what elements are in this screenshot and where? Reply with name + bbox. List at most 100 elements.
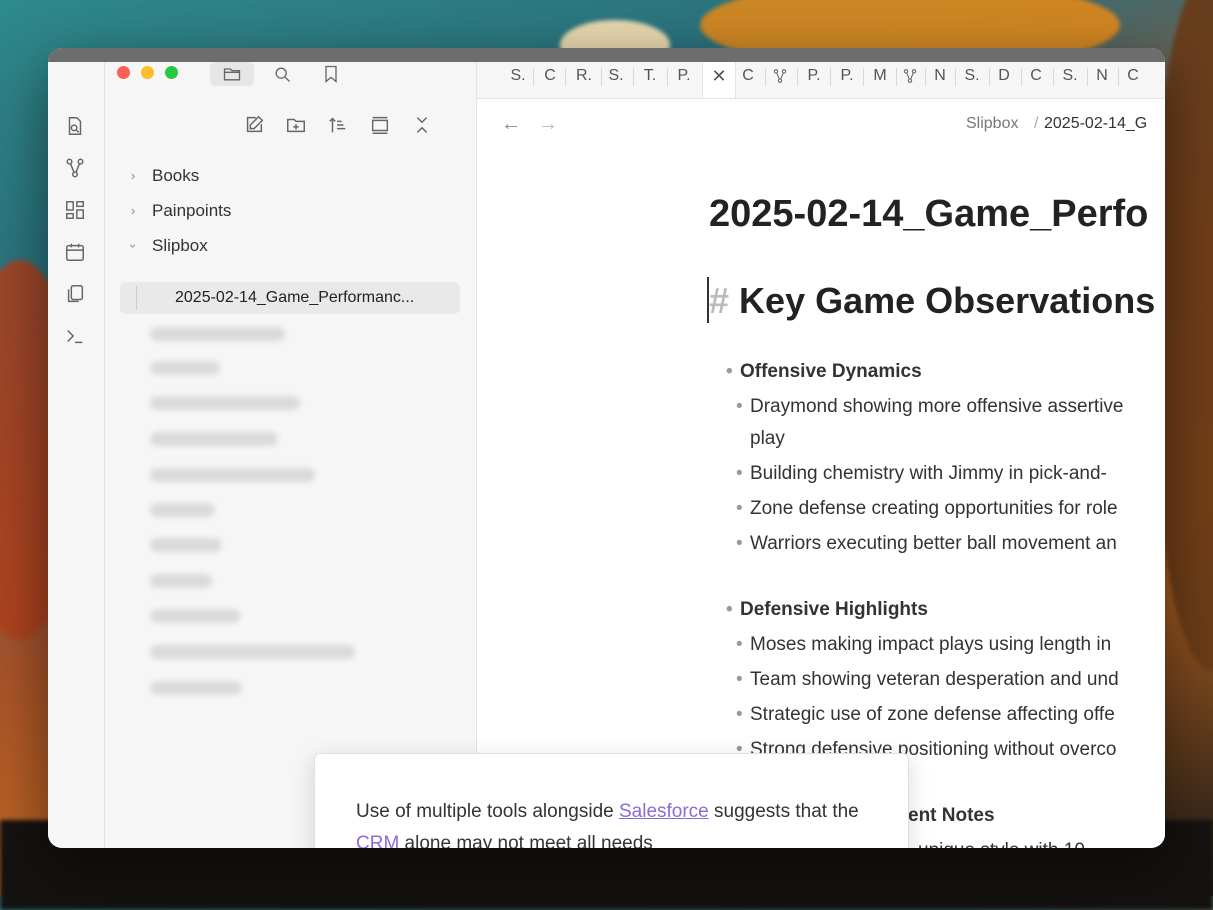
terminal-icon[interactable]: [64, 325, 86, 347]
list-heading-text: Offensive Dynamics: [740, 361, 922, 382]
bullet-dot: •: [736, 396, 743, 417]
list-heading[interactable]: • Offensive Dynamics: [726, 360, 922, 384]
tab-divider: [830, 68, 831, 86]
chevron-right-icon: ›: [131, 168, 136, 183]
list-item-text: Team showing veteran desperation and und: [750, 669, 1119, 690]
tab-divider: [1087, 68, 1088, 86]
bullet-dot: •: [736, 634, 743, 655]
tab[interactable]: N: [929, 62, 951, 90]
bullet-dot: •: [736, 533, 743, 554]
sort-icon[interactable]: [327, 114, 351, 138]
forward-arrow-icon[interactable]: →: [538, 113, 558, 136]
list-item[interactable]: • Warriors executing better ball movement…: [736, 532, 1117, 556]
tree-folder-label: Books: [152, 166, 200, 185]
tab[interactable]: R.: [571, 62, 597, 90]
blurred-item: [150, 432, 278, 446]
list-item[interactable]: • Moses making impact plays using length …: [736, 633, 1112, 657]
chevron-right-icon: ›: [131, 203, 136, 218]
tab[interactable]: C: [737, 62, 759, 90]
tab[interactable]: C: [1025, 62, 1047, 90]
app-window: › Books › Painpoints › Slipbox 2025-02-1…: [48, 48, 1165, 848]
tab[interactable]: D: [993, 62, 1015, 90]
list-item[interactable]: • Building chemistry with Jimmy in pick-a…: [736, 462, 1107, 486]
bullet-dot: •: [736, 669, 743, 690]
list-item-text: Strategic use of zone defense affecting …: [750, 704, 1115, 725]
tab[interactable]: C: [1122, 62, 1144, 90]
tab[interactable]: T.: [639, 62, 661, 90]
tab-divider: [633, 68, 634, 86]
blurred-item: [150, 645, 355, 659]
ribbon: [48, 62, 105, 848]
tab[interactable]: C: [539, 62, 561, 90]
blurred-item: [150, 327, 285, 341]
breadcrumb-folder[interactable]: Slipbox: [966, 115, 1018, 133]
tab[interactable]: S.: [605, 62, 627, 90]
collapse-all-icon[interactable]: [411, 114, 435, 138]
list-item-partial[interactable]: unique style with 10: [918, 839, 1085, 848]
maximize-window-button[interactable]: [165, 66, 178, 79]
list-item[interactable]: • Draymond showing more offensive asserti…: [736, 395, 1124, 419]
list-item[interactable]: • Zone defense creating opportunities for…: [736, 497, 1118, 521]
tree-folder-painpoints[interactable]: › Painpoints: [105, 198, 476, 224]
tree-folder-label: Painpoints: [152, 201, 232, 220]
tab-divider: [925, 68, 926, 86]
bullet-dot: •: [736, 463, 743, 484]
tab-divider: [533, 68, 534, 86]
list-heading-text: Defensive Highlights: [740, 599, 928, 620]
list-item-text: play: [750, 428, 785, 449]
tab[interactable]: S.: [1057, 62, 1083, 90]
list-item[interactable]: • Strategic use of zone defense affecting…: [736, 703, 1115, 727]
search-icon[interactable]: [267, 62, 297, 86]
tab-divider: [863, 68, 864, 86]
templates-icon[interactable]: [64, 283, 86, 305]
list-item-text: Moses making impact plays using length i…: [750, 634, 1112, 655]
bullet-dot: •: [736, 704, 743, 725]
bookmark-icon[interactable]: [316, 62, 346, 86]
file-explorer-icon[interactable]: [210, 62, 254, 86]
graph-view-icon[interactable]: [64, 157, 86, 179]
list-item-text: Warriors executing better ball movement …: [750, 533, 1117, 554]
tab-divider: [955, 68, 956, 86]
note-title[interactable]: 2025-02-14_Game_Perfo: [709, 193, 1148, 236]
popover-text-segment: suggests that the: [708, 801, 859, 822]
tab-graph-icon[interactable]: [769, 62, 791, 90]
editor-content[interactable]: 2025-02-14_Game_Perfo # Key Game Observa…: [477, 147, 1165, 848]
tab-divider: [1021, 68, 1022, 86]
tree-file-active[interactable]: 2025-02-14_Game_Performanc...: [120, 282, 460, 314]
heading-1[interactable]: # Key Game Observations: [709, 280, 1155, 322]
close-tab-icon[interactable]: ✕: [703, 62, 735, 90]
popover-link-salesforce[interactable]: Salesforce: [619, 801, 709, 822]
hover-popover[interactable]: Use of multiple tools alongside Salesfor…: [314, 753, 909, 848]
heading-marker: #: [709, 280, 730, 321]
popover-text-segment: alone may not meet all needs: [399, 833, 653, 848]
new-folder-icon[interactable]: [285, 114, 309, 138]
tab-divider: [896, 68, 897, 86]
close-window-button[interactable]: [117, 66, 130, 79]
tree-folder-slipbox[interactable]: › Slipbox: [105, 233, 476, 259]
tab[interactable]: M: [867, 62, 893, 90]
tab[interactable]: N: [1091, 62, 1113, 90]
list-item-continuation[interactable]: play: [750, 427, 785, 451]
list-item[interactable]: • Team showing veteran desperation and un…: [736, 668, 1119, 692]
daily-note-icon[interactable]: [64, 241, 86, 263]
new-note-icon[interactable]: [243, 114, 267, 138]
tab[interactable]: P.: [801, 62, 827, 90]
tab[interactable]: P.: [834, 62, 860, 90]
tab[interactable]: S.: [507, 62, 529, 90]
tab-divider: [667, 68, 668, 86]
tree-folder-books[interactable]: › Books: [105, 163, 476, 189]
tab-active[interactable]: ✕: [702, 62, 736, 98]
tab[interactable]: P.: [671, 62, 697, 90]
popover-link-crm[interactable]: CRM: [356, 833, 399, 848]
minimize-window-button[interactable]: [141, 66, 154, 79]
open-quick-switcher-icon[interactable]: [64, 115, 86, 137]
tab-graph-icon[interactable]: [899, 62, 921, 90]
tab[interactable]: S.: [959, 62, 985, 90]
breadcrumb-file[interactable]: 2025-02-14_G: [1044, 115, 1147, 133]
collapse-view-icon[interactable]: [369, 114, 393, 138]
list-heading-partial[interactable]: ent Notes: [908, 804, 995, 828]
list-heading[interactable]: • Defensive Highlights: [726, 598, 928, 622]
blurred-item: [150, 361, 220, 375]
canvas-icon[interactable]: [64, 199, 86, 221]
back-arrow-icon[interactable]: ←: [501, 113, 521, 136]
